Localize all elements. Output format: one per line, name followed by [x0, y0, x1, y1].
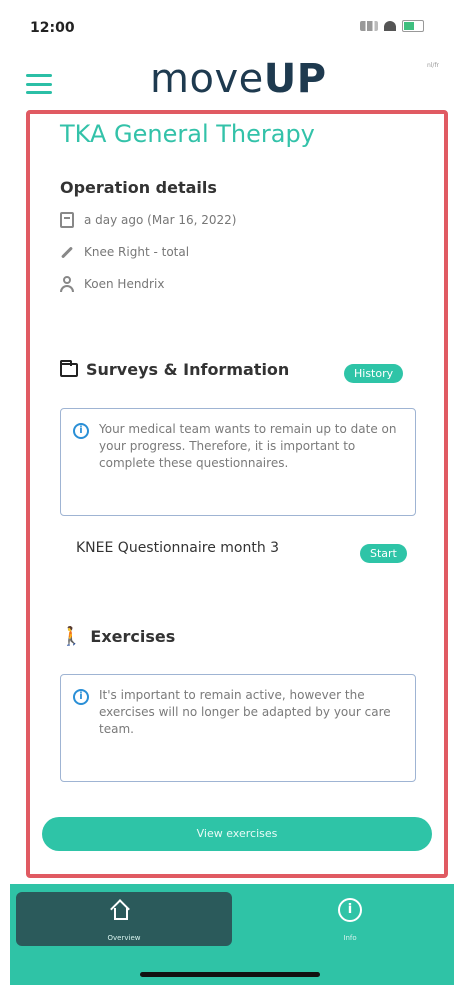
language-switch[interactable]: nl/fr	[420, 62, 446, 70]
app-logo: moveUP	[150, 56, 327, 102]
start-questionnaire-button[interactable]: Start	[360, 544, 407, 563]
status-icons	[360, 20, 424, 32]
battery-icon	[402, 20, 424, 32]
surgeon-row: Koen Hendrix	[60, 276, 164, 292]
surgeon: Koen Hendrix	[84, 277, 165, 291]
nav-info-label: Info	[343, 934, 357, 942]
operation-date: a day ago (Mar 16, 2022)	[84, 213, 237, 227]
nav-overview-label: Overview	[107, 934, 141, 942]
signal-icon	[360, 21, 378, 31]
procedure: Knee Right - total	[84, 245, 190, 259]
info-icon: i	[73, 423, 89, 439]
exercises-info-box: i It's important to remain active, howev…	[60, 674, 416, 782]
exercises-heading-row: 🚶 Exercises	[60, 626, 175, 647]
walking-icon: 🚶	[60, 626, 83, 647]
menu-icon[interactable]	[26, 74, 52, 94]
questionnaire-label: KNEE Questionnaire month 3	[76, 540, 280, 556]
nav-info-tab[interactable]: i Info	[290, 892, 410, 946]
home-indicator	[140, 972, 320, 977]
nav-overview-tab[interactable]: Overview	[16, 892, 232, 946]
surveys-info-box: i Your medical team wants to remain up t…	[60, 408, 416, 516]
history-button[interactable]: History	[344, 364, 404, 383]
surveys-heading: Surveys & Information	[86, 360, 290, 379]
scalpel-icon	[60, 244, 74, 260]
view-exercises-button[interactable]: View exercises	[42, 817, 432, 851]
person-icon	[60, 276, 74, 292]
status-time: 12:00	[30, 20, 75, 36]
page-title: TKA General Therapy	[60, 120, 315, 148]
operation-date-row: a day ago (Mar 16, 2022)	[60, 212, 236, 228]
calendar-icon	[60, 212, 74, 228]
info-icon: i	[73, 689, 89, 705]
exercises-info-text: It's important to remain active, however…	[99, 688, 391, 736]
folder-icon	[60, 359, 78, 377]
wifi-icon	[384, 21, 396, 31]
exercises-heading: Exercises	[90, 627, 176, 646]
procedure-row: Knee Right - total	[60, 244, 189, 260]
info-icon: i	[338, 898, 362, 922]
surveys-heading-row: Surveys & Information	[60, 359, 290, 379]
home-icon	[111, 900, 131, 920]
surveys-info-text: Your medical team wants to remain up to …	[99, 422, 397, 470]
operation-details-heading: Operation details	[60, 178, 217, 197]
